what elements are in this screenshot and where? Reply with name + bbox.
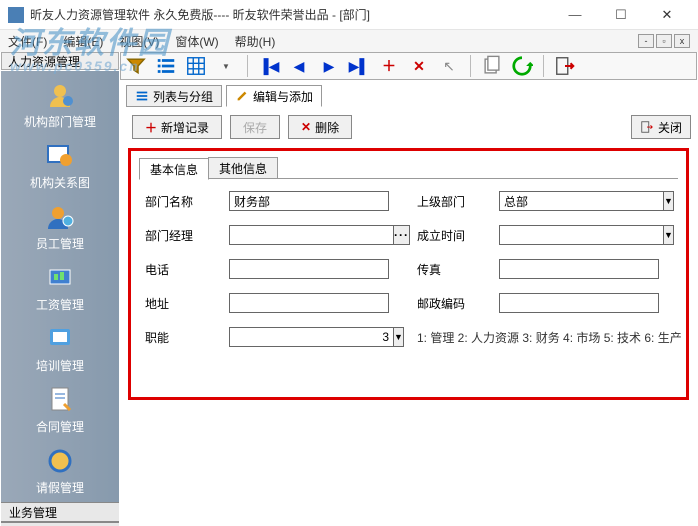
- refresh-icon[interactable]: [511, 55, 533, 77]
- zip-label: 邮政编码: [417, 295, 471, 312]
- zip-input[interactable]: [499, 293, 659, 313]
- menubar: 文件(F) 编辑(E) 视图(V) 窗体(W) 帮助(H) - ▫ x: [0, 30, 698, 52]
- parent-dept-dropdown[interactable]: ▼: [663, 191, 674, 211]
- mdi-restore-icon[interactable]: ▫: [656, 34, 672, 48]
- sidebar-item-label: 机构部门管理: [1, 113, 119, 130]
- sidebar-item-salary[interactable]: 工资管理: [1, 258, 119, 319]
- pointer-icon[interactable]: ↖: [438, 55, 460, 77]
- fax-label: 传真: [417, 261, 471, 278]
- founded-input[interactable]: [499, 225, 663, 245]
- grid-icon[interactable]: [185, 55, 207, 77]
- close-window-button[interactable]: ✕: [644, 0, 690, 30]
- staff-icon: [44, 201, 76, 233]
- menu-view[interactable]: 视图(V): [119, 33, 159, 50]
- tab-other-info[interactable]: 其他信息: [208, 157, 278, 179]
- app-icon: [8, 7, 24, 23]
- sidebar-item-training[interactable]: 培训管理: [1, 319, 119, 380]
- nav-first-icon[interactable]: ▐◀: [258, 55, 280, 77]
- dept-name-label: 部门名称: [145, 193, 201, 210]
- list-icon[interactable]: [155, 55, 177, 77]
- contract-icon: [44, 384, 76, 416]
- window-title: 昕友人力资源管理软件 永久免费版---- 昕友软件荣誉出品 - [部门]: [30, 6, 552, 23]
- list-tab-icon: [135, 89, 149, 103]
- sidebar-item-leave[interactable]: 请假管理: [1, 441, 119, 502]
- founded-dropdown[interactable]: ▼: [663, 225, 674, 245]
- role-dropdown[interactable]: ▼: [393, 327, 404, 347]
- sidebar-item-label: 培训管理: [1, 357, 119, 374]
- addr-input[interactable]: [229, 293, 389, 313]
- tab-edit-add[interactable]: 编辑与添加: [226, 85, 322, 107]
- delete-icon[interactable]: ✕: [408, 55, 430, 77]
- close-icon: [640, 120, 654, 134]
- org-icon: [44, 140, 76, 172]
- maximize-button[interactable]: ☐: [598, 0, 644, 30]
- add-icon[interactable]: ＋: [378, 55, 400, 77]
- copy-icon[interactable]: [481, 55, 503, 77]
- exit-icon[interactable]: [554, 55, 576, 77]
- sidebar-btn-analysis[interactable]: 智能分析: [1, 522, 119, 526]
- nav-prev-icon[interactable]: ◀: [288, 55, 310, 77]
- menu-edit[interactable]: 编辑(E): [63, 33, 103, 50]
- titlebar: 昕友人力资源管理软件 永久免费版---- 昕友软件荣誉出品 - [部门] — ☐…: [0, 0, 698, 30]
- role-input[interactable]: [229, 327, 393, 347]
- filter-icon[interactable]: [125, 55, 147, 77]
- delete-button[interactable]: ✕删除: [288, 115, 352, 139]
- training-icon: [44, 323, 76, 355]
- tab-list-group[interactable]: 列表与分组: [126, 85, 222, 107]
- sidebar-item-label: 合同管理: [1, 418, 119, 435]
- nav-next-icon[interactable]: ▶: [318, 55, 340, 77]
- sidebar-item-staff[interactable]: 员工管理: [1, 197, 119, 258]
- sidebar-btn-business[interactable]: 业务管理: [1, 502, 119, 522]
- save-button[interactable]: 保存: [230, 115, 280, 139]
- role-label: 职能: [145, 329, 201, 346]
- sidebar-item-label: 工资管理: [1, 296, 119, 313]
- close-button[interactable]: 关闭: [631, 115, 691, 139]
- role-hint-text: 1: 管理 2: 人力资源 3: 财务 4: 市场 5: 技术 6: 生产: [417, 329, 659, 346]
- dept-name-input[interactable]: [229, 191, 389, 211]
- sidebar-item-label: 员工管理: [1, 235, 119, 252]
- sidebar-header: 人力资源管理: [1, 52, 119, 70]
- menu-window[interactable]: 窗体(W): [175, 33, 218, 50]
- salary-icon: [44, 262, 76, 294]
- sidebar-item-org[interactable]: 机构关系图: [1, 136, 119, 197]
- sidebar-item-label: 请假管理: [1, 479, 119, 496]
- minimize-button[interactable]: —: [552, 0, 598, 30]
- sidebar-item-dept[interactable]: 机构部门管理: [1, 75, 119, 136]
- menu-help[interactable]: 帮助(H): [235, 33, 276, 50]
- parent-dept-input[interactable]: [499, 191, 663, 211]
- tab-label: 列表与分组: [153, 88, 213, 105]
- sidebar: 机构部门管理 机构关系图 员工管理 工资管理 培训管理 合同管理 请假管理 业务…: [1, 71, 119, 526]
- form-highlight-box: 基本信息 其他信息 部门名称 上级部门 ▼ 部门经理 ··· 成立时间 ▼ 电话…: [128, 148, 689, 400]
- toolbar: ▼ ▐◀ ◀ ▶ ▶▌ ＋ ✕ ↖: [120, 52, 697, 80]
- menu-file[interactable]: 文件(F): [8, 33, 47, 50]
- addr-label: 地址: [145, 295, 201, 312]
- manager-label: 部门经理: [145, 227, 201, 244]
- manager-input[interactable]: [229, 225, 393, 245]
- founded-label: 成立时间: [417, 227, 471, 244]
- parent-dept-label: 上级部门: [417, 193, 471, 210]
- edit-tab-icon: [235, 89, 249, 103]
- add-record-button[interactable]: ＋新增记录: [132, 115, 222, 139]
- sidebar-item-contract[interactable]: 合同管理: [1, 380, 119, 441]
- tab-label: 编辑与添加: [253, 88, 313, 105]
- phone-input[interactable]: [229, 259, 389, 279]
- manager-browse-button[interactable]: ···: [393, 225, 410, 245]
- dept-icon: [44, 79, 76, 111]
- mdi-close-icon[interactable]: x: [674, 34, 690, 48]
- sidebar-item-label: 机构关系图: [1, 174, 119, 191]
- leave-icon: [44, 445, 76, 477]
- mdi-minimize-icon[interactable]: -: [638, 34, 654, 48]
- fax-input[interactable]: [499, 259, 659, 279]
- nav-last-icon[interactable]: ▶▌: [348, 55, 370, 77]
- tab-basic-info[interactable]: 基本信息: [139, 158, 209, 180]
- content: 列表与分组 编辑与添加 ＋新增记录 保存 ✕删除 关闭 基本信息 其他信息 部门…: [120, 80, 697, 526]
- grid-dropdown-icon[interactable]: ▼: [215, 55, 237, 77]
- phone-label: 电话: [145, 261, 201, 278]
